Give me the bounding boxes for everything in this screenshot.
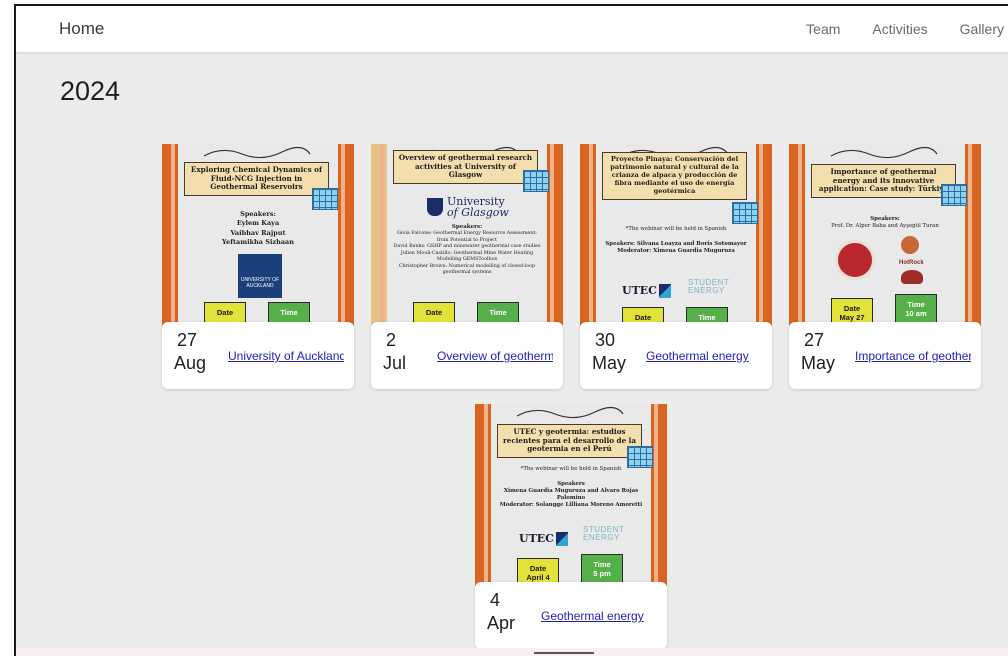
event-info: 27 May Importance of geothermal energy (789, 322, 981, 389)
university-logo: University of Glasgow (427, 196, 511, 218)
nav-link-gallery[interactable]: Gallery (960, 21, 1004, 37)
event-card: Overview of geothermal research activiti… (371, 144, 563, 389)
event-day: 2 (386, 330, 397, 350)
hotrock-logo: HotRock (899, 260, 924, 266)
top-navbar: Home Team Activities Gallery (16, 6, 1008, 52)
event-poster[interactable]: Overview of geothermal research activiti… (371, 144, 563, 326)
utec-logo: UTEC (622, 284, 671, 298)
nav-links: Team Activities Gallery (806, 21, 1004, 37)
event-month: Jul (383, 353, 407, 373)
page-frame: Home Team Activities Gallery 2024 Explor… (14, 4, 1008, 656)
footer-strip (16, 648, 1008, 656)
year-heading: 2024 (60, 76, 121, 106)
event-link[interactable]: Overview of geothermal research (437, 349, 553, 363)
poster-title: Overview of geothermal research activiti… (393, 150, 538, 184)
event-card: UTEC y geotermia: estudios recientes par… (475, 404, 667, 649)
event-month: Apr (487, 613, 516, 633)
student-energy-logo: STUDENT ENERGY (688, 278, 730, 295)
hotrock-icon (901, 270, 923, 284)
bureau-logo (901, 236, 919, 254)
poster-speaker: Eylem Kaya (236, 219, 280, 228)
event-link[interactable]: University of Auckland (228, 349, 344, 363)
event-info: 30 May Geothermal energy (580, 322, 772, 389)
poster-title: Exploring Chemical Dynamics of Fluid-NCG… (184, 162, 329, 196)
event-poster[interactable]: Importance of geothermal energy and its … (789, 144, 981, 326)
utec-logo: UTEC (519, 532, 568, 546)
poster-speaker: Vaibhav Rajput (230, 228, 286, 237)
event-poster[interactable]: Proyecto Pinaya: Conservación del patrim… (580, 144, 772, 326)
event-month: May (801, 353, 836, 373)
event-link[interactable]: Importance of geothermal energy (855, 349, 971, 363)
university-logo: UNIVERSITY OF AUCKLAND (238, 254, 282, 298)
poster-speaker: Yeftamikha Sizhaan (221, 237, 294, 246)
nav-link-team[interactable]: Team (806, 21, 840, 37)
event-link[interactable]: Geothermal energy (541, 609, 657, 623)
event-day: 27 (804, 330, 825, 350)
event-day: 27 (177, 330, 198, 350)
university-seal-logo (835, 240, 875, 280)
event-card: Importance of geothermal energy and its … (789, 144, 981, 389)
event-poster[interactable]: Exploring Chemical Dynamics of Fluid-NCG… (162, 144, 354, 326)
event-poster[interactable]: UTEC y geotermia: estudios recientes par… (475, 404, 667, 586)
poster-title: UTEC y geotermia: estudios recientes par… (497, 424, 642, 458)
event-day: 4 (490, 590, 501, 610)
event-info: 27 Aug University of Auckland (162, 322, 354, 389)
nav-home-link[interactable]: Home (59, 19, 104, 39)
event-card: Exploring Chemical Dynamics of Fluid-NCG… (162, 144, 354, 389)
nav-link-activities[interactable]: Activities (872, 21, 927, 37)
scroll-handle[interactable] (534, 652, 594, 654)
event-info: 2 Jul Overview of geothermal research (371, 322, 563, 389)
poster-title: Importance of geothermal energy and its … (811, 164, 956, 198)
event-month: Aug (174, 353, 207, 373)
poster-speakers-label: Speakers: (240, 210, 276, 218)
event-card: Proyecto Pinaya: Conservación del patrim… (580, 144, 772, 389)
student-energy-logo: STUDENT ENERGY (583, 525, 625, 542)
poster-title: Proyecto Pinaya: Conservación del patrim… (602, 152, 747, 200)
event-info: 4 Apr Geothermal energy (475, 582, 667, 649)
event-link[interactable]: Geothermal energy (646, 349, 762, 363)
event-day: 30 (595, 330, 616, 350)
event-month: May (592, 353, 627, 373)
